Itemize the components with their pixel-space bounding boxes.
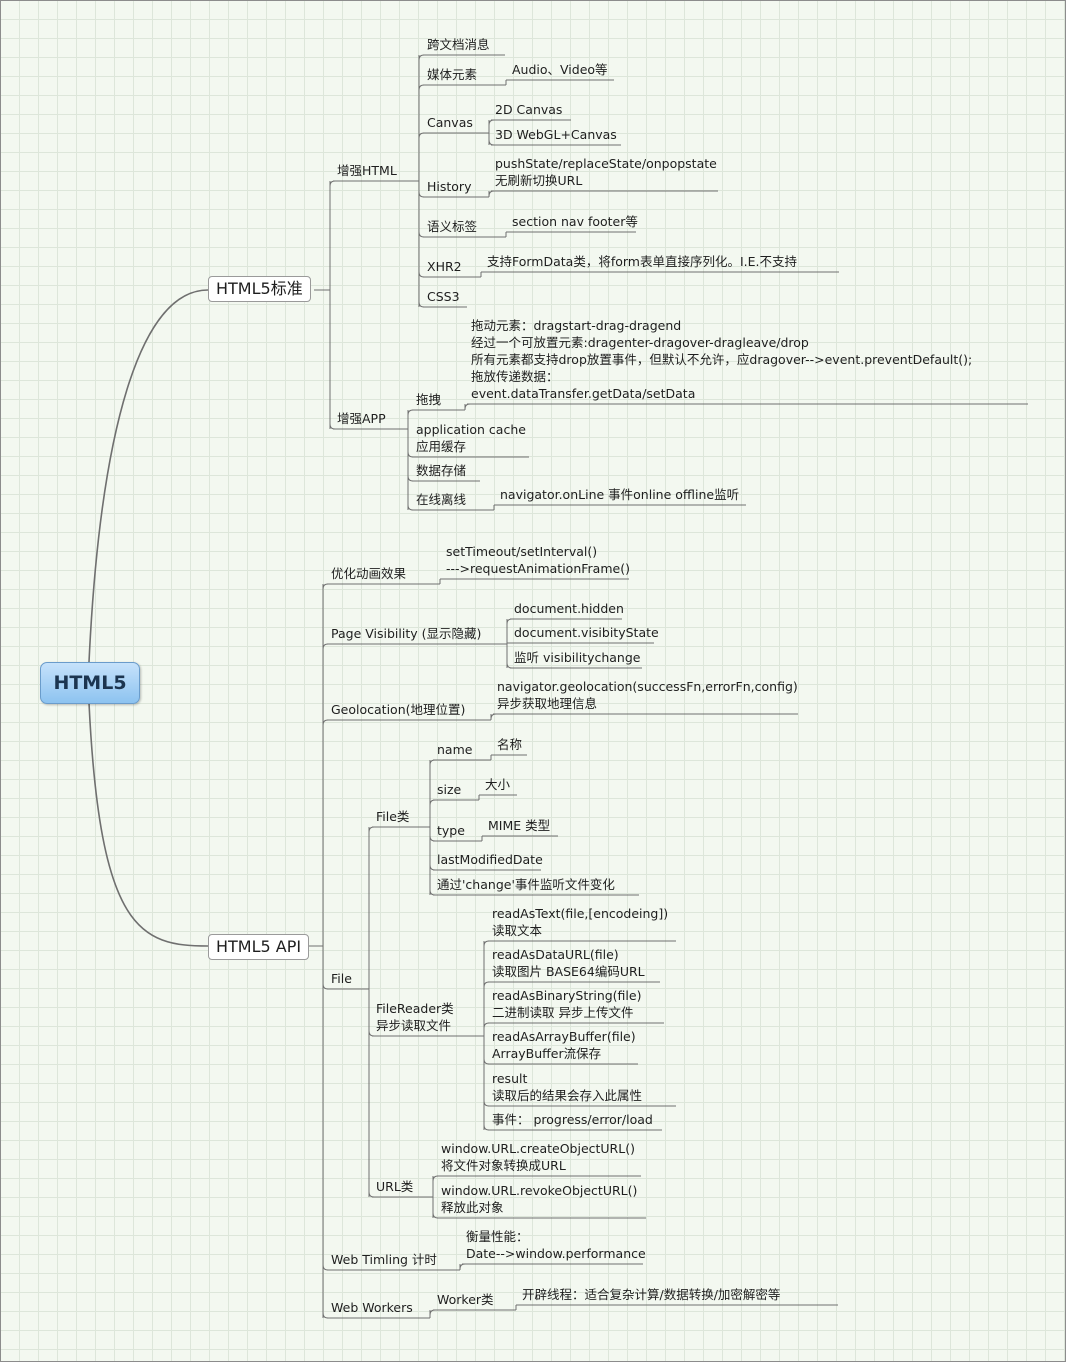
root-topic[interactable]: HTML5 [40,662,140,704]
topic-node[interactable]: 优化动画效果 [331,565,406,582]
topic-node[interactable]: File类 [376,808,409,825]
topic-node[interactable]: lastModifiedDate [437,851,543,868]
text-line: pushState/replaceState/onpopstate [495,156,717,171]
text-line: 异步读取文件 [376,1018,452,1033]
topic-node[interactable]: URL类 [376,1178,413,1195]
text-line: application cache [416,422,526,437]
text-line: 所有元素都支持drop放置事件，但默认不允许，应dragover-->event… [471,352,973,367]
topic-node[interactable]: 大小 [485,776,510,793]
text-line: 释放此对象 [441,1200,504,1215]
topic-node[interactable]: readAsArrayBuffer(file) ArrayBuffer流保存 [492,1028,636,1062]
topic-node[interactable]: 支持FormData类，将form表单直接序列化。I.E.不支持 [487,253,797,270]
topic-node[interactable]: readAsBinaryString(file) 二进制读取 异步上传文件 [492,987,641,1021]
text-line: 拖放传递数据： [471,369,559,384]
text-line: 应用缓存 [416,439,467,454]
text-line: readAsText(file,[encodeing]) [492,906,669,921]
text-line: 经过一个可放置元素:dragenter-dragover-dragleave/d… [471,335,809,350]
text-line: 事件： progress/error/load [492,1112,653,1127]
text-line: readAsArrayBuffer(file) [492,1029,636,1044]
main-branch[interactable]: HTML5标准 [208,276,311,302]
topic-node[interactable]: 监听 visibilitychange [514,649,640,666]
topic-node[interactable]: Page Visibility (显示隐藏) [331,625,481,642]
topic-node[interactable]: 语义标签 [427,218,477,235]
topic-node[interactable]: FileReader类 异步读取文件 [376,1000,454,1034]
text-line: 无刷新切换URL [495,173,583,188]
topic-node[interactable]: 增强HTML [337,162,397,179]
topic-node[interactable]: 事件： progress/error/load [492,1111,653,1128]
topic-node[interactable]: File [331,970,352,987]
topic-node[interactable]: 增强APP [337,410,386,427]
text-line: --->requestAnimationFrame() [446,561,630,576]
text-line: 二进制读取 异步上传文件 [492,1005,634,1020]
topic-node[interactable]: History [427,178,471,195]
topic-node[interactable]: 开辟线程：适合复杂计算/数据转换/加密解密等 [522,1286,780,1303]
text-line: Date-->window.performance [466,1246,646,1261]
topic-node[interactable]: result 读取后的结果会存入此属性 [492,1070,642,1104]
topic-node[interactable]: 媒体元素 [427,66,477,83]
topic-node[interactable]: XHR2 [427,258,462,275]
topic-node[interactable]: navigator.onLine 事件online offline监听 [500,486,739,503]
text-line: 拖动元素：dragstart-drag-dragend [471,318,682,333]
topic-node[interactable]: 拖拽 [416,391,441,408]
text-line: 读取后的结果会存入此属性 [492,1088,643,1103]
topic-node[interactable]: 跨文档消息 [427,36,490,53]
text-line: 读取文本 [492,923,543,938]
text-line: 将文件对象转换成URL [441,1158,566,1173]
topic-node[interactable]: 衡量性能： Date-->window.performance [466,1228,646,1262]
topic-node[interactable]: CSS3 [427,288,460,305]
topic-node[interactable]: name [437,741,472,758]
topic-node[interactable]: 3D WebGL+Canvas [495,126,617,143]
topic-node[interactable]: pushState/replaceState/onpopstate 无刷新切换UR… [495,155,717,189]
topic-node[interactable]: document.visibityState [514,624,659,641]
topic-node[interactable]: 拖动元素：dragstart-drag-dragend 经过一个可放置元素:dra… [471,317,972,402]
text-line: window.URL.createObjectURL() [441,1141,635,1156]
topic-node[interactable]: Web Timling 计时 [331,1251,437,1268]
text-line: FileReader类 [376,1001,454,1016]
text-line: window.URL.revokeObjectURL() [441,1183,638,1198]
topic-node[interactable]: application cache 应用缓存 [416,421,526,455]
text-line: ArrayBuffer流保存 [492,1046,602,1061]
topic-node[interactable]: window.URL.createObjectURL() 将文件对象转换成URL [441,1140,635,1174]
topic-node[interactable]: 在线离线 [416,491,466,508]
text-line: event.dataTransfer.getData/setData [471,386,696,401]
topic-node[interactable]: 2D Canvas [495,101,562,118]
text-line: setTimeout/setInterval() [446,544,598,559]
topic-node[interactable]: type [437,822,465,839]
topic-node[interactable]: size [437,781,461,798]
topic-node[interactable]: Audio、Video等 [512,61,608,78]
topic-node[interactable]: readAsText(file,[encodeing]) 读取文本 [492,905,668,939]
text-line: 衡量性能： [466,1229,529,1244]
topic-node[interactable]: 数据存储 [416,462,466,479]
text-line: 读取图片 BASE64编码URL [492,964,645,979]
topic-node[interactable]: 通过'change'事件监听文件变化 [437,876,615,893]
topic-node[interactable]: Canvas [427,114,473,131]
topic-node[interactable]: Geolocation(地理位置) [331,701,465,718]
text-line: readAsDataURL(file) [492,947,619,962]
topic-node[interactable]: 名称 [497,736,522,753]
topic-node[interactable]: Worker类 [437,1291,494,1308]
main-branch[interactable]: HTML5 API [208,934,310,960]
topic-node[interactable]: document.hidden [514,600,624,617]
text-line: navigator.geolocation(successFn,errorFn,… [497,679,798,694]
topic-node[interactable]: setTimeout/setInterval() --->requestAnima… [446,543,630,577]
text-line: readAsBinaryString(file) [492,988,642,1003]
topic-node[interactable]: MIME 类型 [488,817,550,834]
topic-node[interactable]: readAsDataURL(file) 读取图片 BASE64编码URL [492,946,645,980]
text-line: 异步获取地理信息 [497,696,598,711]
topic-node[interactable]: window.URL.revokeObjectURL() 释放此对象 [441,1182,637,1216]
topic-node[interactable]: section nav footer等 [512,213,638,230]
topic-node[interactable]: navigator.geolocation(successFn,errorFn,… [497,678,798,712]
text-line: result [492,1071,528,1086]
topic-node[interactable]: Web Workers [331,1299,413,1316]
